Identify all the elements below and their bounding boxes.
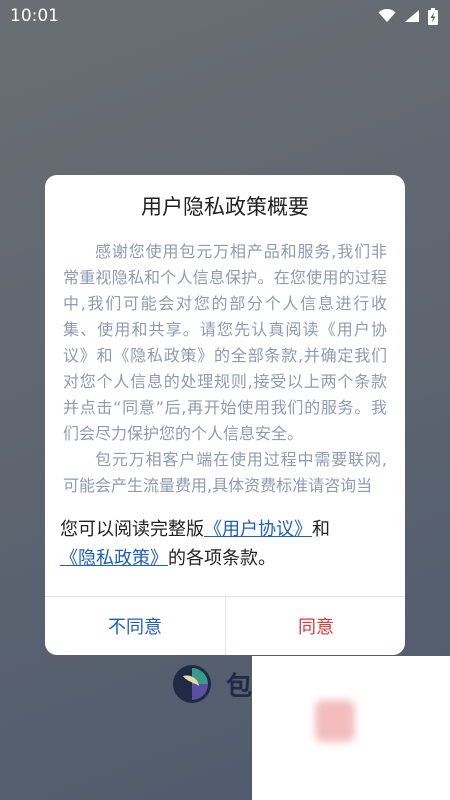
privacy-dialog: 用户隐私政策概要 感谢您使用包元万相产品和服务,我们非常重视隐私和个人信息保护。… — [45, 175, 405, 655]
user-agreement-link[interactable]: 《用户协议》 — [204, 519, 312, 540]
battery-charging-icon — [428, 7, 438, 25]
policy-paragraph-2: 包元万相客户端在使用过程中需要联网,可能会产生流量费用,具体资费标准请咨询当 — [63, 450, 387, 495]
wifi-icon — [378, 9, 396, 22]
agreement-suffix: 的各项条款。 — [168, 548, 276, 569]
brand-name: 包 — [226, 671, 253, 702]
privacy-policy-link[interactable]: 《隐私政策》 — [60, 548, 168, 569]
status-bar: 10:01 — [0, 0, 450, 32]
agreement-prefix: 您可以阅读完整版 — [60, 519, 204, 540]
signal-icon — [405, 10, 419, 22]
dialog-body[interactable]: 感谢您使用包元万相产品和服务,我们非常重视隐私和个人信息保护。在您使用的过程中,… — [63, 239, 387, 539]
status-icons — [378, 7, 438, 25]
policy-paragraph-1: 感谢您使用包元万相产品和服务,我们非常重视隐私和个人信息保护。在您使用的过程中,… — [63, 242, 387, 443]
agree-button[interactable]: 同意 — [226, 597, 405, 655]
dialog-title: 用户隐私政策概要 — [141, 195, 309, 219]
blurred-mark — [315, 700, 355, 742]
disagree-button[interactable]: 不同意 — [45, 597, 225, 655]
agreement-text: 您可以阅读完整版《用户协议》和《隐私政策》的各项条款。 — [60, 515, 390, 573]
background-brand: 包 — [172, 664, 252, 704]
agreement-conjunction: 和 — [312, 519, 330, 540]
app-logo-icon — [173, 665, 211, 703]
status-time: 10:01 — [10, 6, 59, 26]
